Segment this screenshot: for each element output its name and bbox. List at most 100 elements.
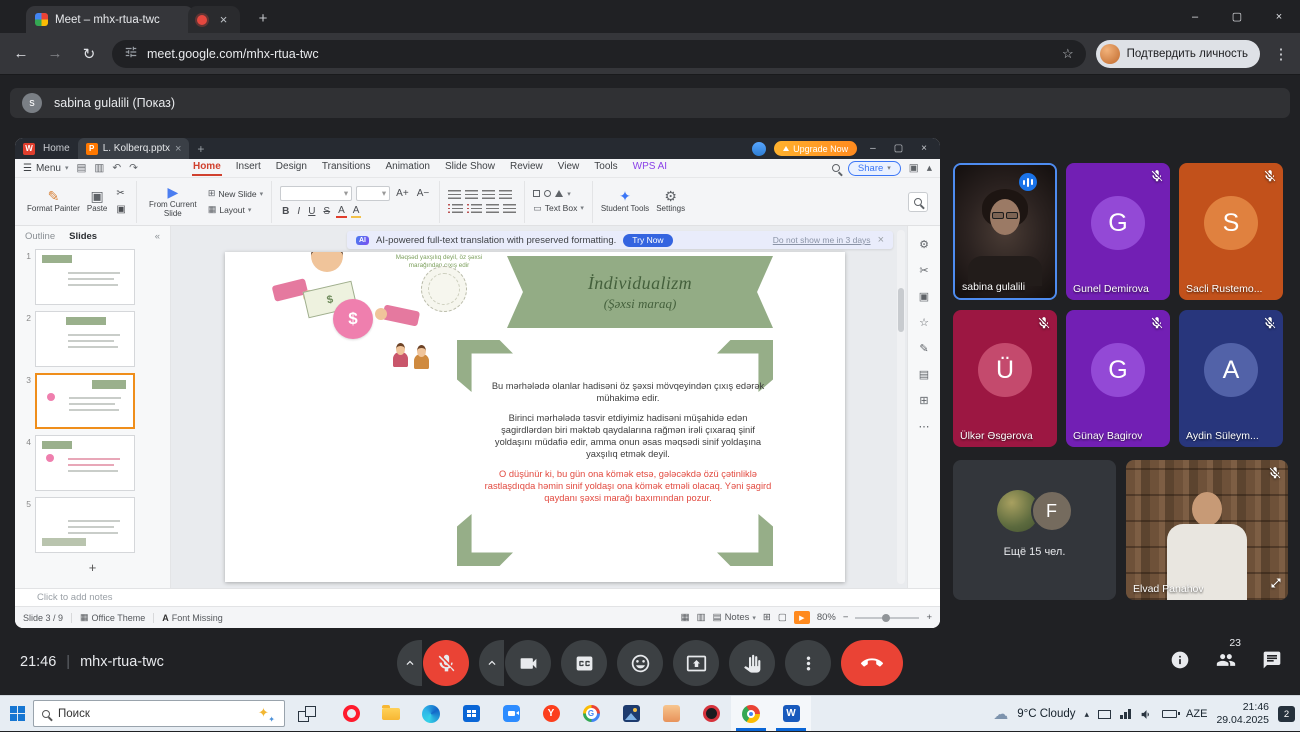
add-slide-button[interactable]: + bbox=[15, 556, 170, 575]
normal-view-icon[interactable]: ▦ bbox=[681, 612, 690, 623]
document-tab-close-icon[interactable]: × bbox=[175, 143, 181, 155]
volume-tray-icon[interactable] bbox=[1140, 708, 1153, 721]
panel-layout-icon[interactable]: ▣ bbox=[909, 162, 919, 174]
wps-tab-tools[interactable]: Tools bbox=[593, 160, 618, 176]
settings-button[interactable]: ⚙ Settings bbox=[656, 189, 685, 214]
wps-maximize-button[interactable]: ▢ bbox=[889, 143, 908, 154]
slide-thumbnail-1[interactable] bbox=[35, 249, 135, 305]
window-minimize-button[interactable]: – bbox=[1174, 0, 1216, 33]
zoom-level[interactable]: 80% bbox=[817, 612, 836, 623]
save-icon[interactable]: ▤ bbox=[77, 162, 87, 174]
side-star-icon[interactable]: ☆ bbox=[919, 316, 929, 329]
taskbar-app-chrome-icon[interactable] bbox=[731, 696, 771, 731]
wps-close-button[interactable]: × bbox=[916, 143, 932, 154]
align-right-button[interactable] bbox=[482, 190, 495, 199]
taskbar-app-opera-gx-icon[interactable] bbox=[691, 696, 731, 731]
font-color-button[interactable]: A bbox=[336, 206, 347, 218]
participant-tile-2[interactable]: GGunel Demirova bbox=[1066, 163, 1170, 300]
taskbar-app-store-icon[interactable] bbox=[451, 696, 491, 731]
tray-expand-icon[interactable]: ▴ bbox=[1085, 709, 1090, 720]
identity-confirm-button[interactable]: Подтвердить личность bbox=[1096, 40, 1260, 68]
browser-tab-recording[interactable]: × bbox=[188, 6, 240, 33]
align-justify-button[interactable] bbox=[499, 190, 512, 199]
collapse-panel-icon[interactable]: « bbox=[155, 231, 160, 242]
wps-document-tab[interactable]: P L. Kolberq.pptx × bbox=[78, 138, 190, 159]
highlight-button[interactable]: A bbox=[351, 206, 362, 218]
info-button[interactable] bbox=[1170, 650, 1190, 675]
present-button[interactable] bbox=[673, 640, 719, 686]
shapes-gallery[interactable]: ▾ bbox=[533, 190, 584, 198]
grid-view-icon[interactable]: ⊞ bbox=[763, 612, 771, 623]
zoom-in-button[interactable]: + bbox=[926, 612, 932, 623]
mic-options-chevron[interactable] bbox=[397, 640, 422, 686]
taskbar-app-zoom-icon[interactable] bbox=[491, 696, 531, 731]
share-button[interactable]: Share▾ bbox=[848, 161, 901, 176]
reload-button[interactable]: ↻ bbox=[76, 41, 102, 67]
new-slide-button[interactable]: ⊞New Slide▾ bbox=[208, 188, 263, 199]
weather-text[interactable]: 9°C Cloudy bbox=[1017, 708, 1075, 720]
tab-close-icon[interactable]: × bbox=[216, 12, 231, 27]
participant-tile-5[interactable]: GGünay Bagirov bbox=[1066, 310, 1170, 447]
redo-icon[interactable]: ↷ bbox=[129, 162, 138, 174]
dismiss-banner-link[interactable]: Do not show me in 3 days bbox=[773, 235, 871, 245]
student-tools-button[interactable]: ✦ Student Tools bbox=[601, 189, 649, 214]
theme-label[interactable]: Office Theme bbox=[92, 613, 146, 623]
taskbar-app-yandex-icon[interactable]: Y bbox=[531, 696, 571, 731]
task-view-button[interactable] bbox=[298, 706, 316, 722]
side-notes-icon[interactable]: ▤ bbox=[919, 368, 929, 381]
wps-tab-insert[interactable]: Insert bbox=[235, 160, 262, 176]
display-tray-icon[interactable] bbox=[1098, 710, 1111, 719]
indent-button[interactable] bbox=[486, 204, 499, 213]
format-painter-button[interactable]: ✎ Format Painter bbox=[27, 189, 80, 214]
taskbar-clock[interactable]: 21:46 29.04.2025 bbox=[1216, 701, 1269, 727]
zoom-slider[interactable] bbox=[855, 617, 919, 619]
browser-tab-meet[interactable]: Meet – mhx-rtua-twc bbox=[26, 6, 194, 33]
taskbar-app-edge-icon[interactable] bbox=[411, 696, 451, 731]
slide-thumbnail-5[interactable] bbox=[35, 497, 135, 553]
side-copy-icon[interactable]: ▣ bbox=[919, 290, 929, 303]
undo-icon[interactable]: ↶ bbox=[112, 162, 121, 174]
browser-menu-button[interactable]: ⋮ bbox=[1268, 41, 1294, 67]
wps-account-avatar[interactable] bbox=[752, 142, 766, 156]
start-button[interactable] bbox=[10, 706, 25, 721]
copy-button[interactable]: ▣ bbox=[114, 204, 127, 215]
side-edit-icon[interactable]: ✎ bbox=[919, 342, 928, 355]
participant-tile-3[interactable]: SSacli Rustemo... bbox=[1179, 163, 1283, 300]
participant-tile-6[interactable]: AAydin Süleym... bbox=[1179, 310, 1283, 447]
slide-thumbnail-3[interactable] bbox=[35, 373, 135, 429]
raise-hand-button[interactable] bbox=[729, 640, 775, 686]
camera-button[interactable] bbox=[505, 640, 551, 686]
slide-thumbnail-4[interactable] bbox=[35, 435, 135, 491]
bookmark-star-icon[interactable]: ☆ bbox=[1062, 46, 1074, 62]
network-tray-icon[interactable] bbox=[1120, 709, 1131, 719]
wps-tab-animation[interactable]: Animation bbox=[384, 160, 430, 176]
numbered-list-button[interactable] bbox=[467, 204, 482, 213]
wps-tab-wps-ai[interactable]: WPS AI bbox=[632, 160, 668, 176]
wps-tab-transitions[interactable]: Transitions bbox=[321, 160, 372, 176]
new-tab-button[interactable]: + bbox=[252, 8, 274, 30]
cut-button[interactable]: ✂ bbox=[114, 188, 127, 199]
text-box-button[interactable]: ▭Text Box▾ bbox=[533, 203, 584, 214]
presentation-slide[interactable]: Məqsəd yaxşılıq deyil, öz şəxsi marağınd… bbox=[225, 252, 845, 582]
banner-close-icon[interactable]: × bbox=[878, 234, 884, 246]
more-participants-tile[interactable]: F Ещё 15 чел. bbox=[953, 460, 1116, 600]
taskbar-app-files-icon[interactable] bbox=[651, 696, 691, 731]
camera-options-chevron[interactable] bbox=[479, 640, 504, 686]
taskbar-app-google-icon[interactable]: G bbox=[571, 696, 611, 731]
wps-tab-home[interactable]: Home bbox=[192, 160, 222, 176]
slide-thumbnail-2[interactable] bbox=[35, 311, 135, 367]
wps-tab-review[interactable]: Review bbox=[509, 160, 544, 176]
upgrade-now-button[interactable]: Upgrade Now bbox=[774, 141, 857, 156]
address-bar[interactable]: meet.google.com/mhx-rtua-twc ☆ bbox=[112, 40, 1086, 68]
participant-tile-video[interactable]: Elvad Panahov bbox=[1126, 460, 1288, 600]
layout-button[interactable]: ▦Layout▾ bbox=[208, 204, 252, 215]
side-gear-icon[interactable]: ⚙ bbox=[919, 238, 929, 251]
slideshow-button[interactable]: ▶ bbox=[794, 611, 810, 624]
bullet-list-button[interactable] bbox=[448, 204, 463, 213]
wps-tab-slide-show[interactable]: Slide Show bbox=[444, 160, 496, 176]
language-indicator[interactable]: AZE bbox=[1186, 708, 1207, 720]
site-settings-icon[interactable] bbox=[124, 45, 138, 62]
participant-tile-4[interactable]: ÜÜlkər Əsgərova bbox=[953, 310, 1057, 447]
slide-sorter-view-icon[interactable]: ▥ bbox=[697, 612, 706, 623]
participants-button[interactable]: 23 bbox=[1216, 650, 1236, 675]
